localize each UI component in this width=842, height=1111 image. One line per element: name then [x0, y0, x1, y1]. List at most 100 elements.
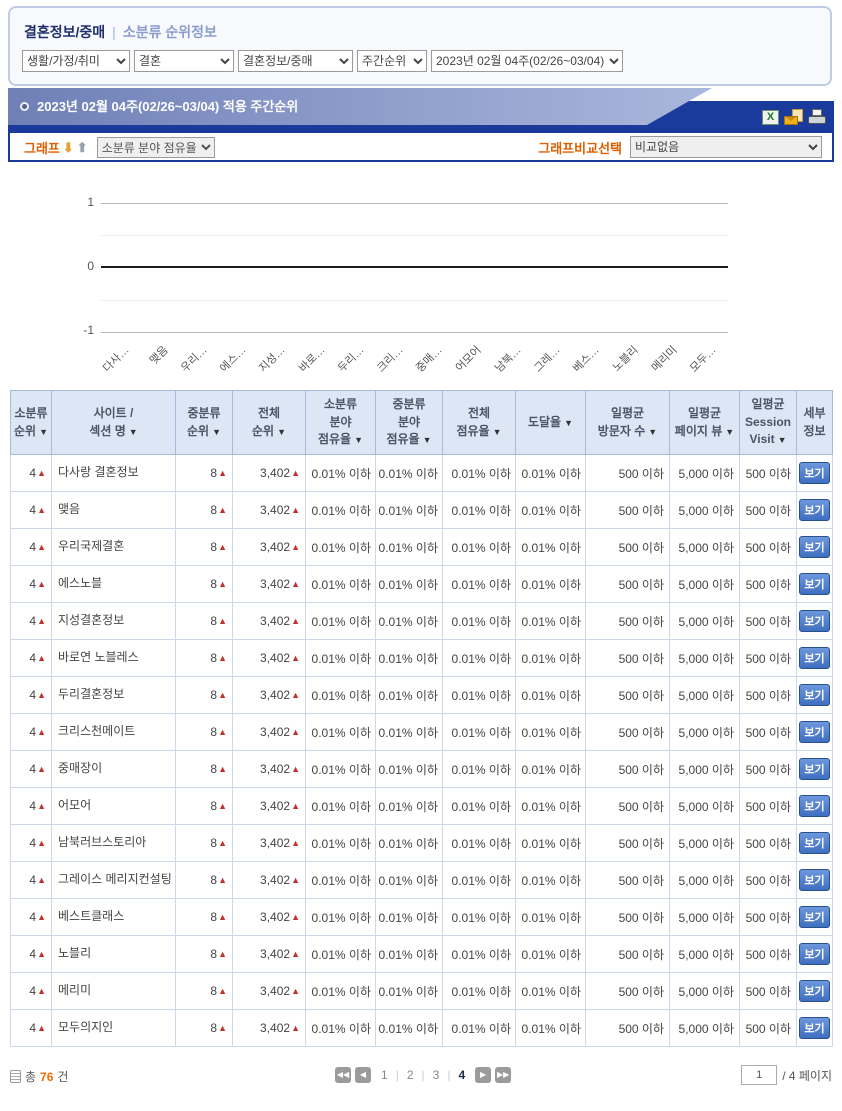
page-input[interactable]	[741, 1065, 778, 1085]
mail-export-icon[interactable]	[784, 109, 803, 125]
page-number-2[interactable]: 2	[407, 1068, 414, 1082]
view-button[interactable]: 보기	[799, 1017, 830, 1039]
cell-site-name[interactable]: 메리미	[51, 972, 176, 1010]
cell-site-name[interactable]: 어모어	[51, 787, 176, 825]
column-header-10[interactable]: 일평균 Session Visit ▼	[739, 390, 797, 455]
cell-sub-rank: 4▲	[10, 491, 52, 529]
cell-total-rank: 3,402▲	[232, 787, 306, 825]
next-page-button[interactable]: ▶	[475, 1067, 492, 1083]
view-button[interactable]: 보기	[799, 462, 830, 484]
up-arrow-icon: ▲	[218, 912, 227, 922]
sort-arrow-icon[interactable]: ▼	[277, 427, 286, 437]
cell-site-name[interactable]: 바로연 노블레스	[51, 639, 176, 677]
cell-daily-pageviews: 5,000 이하	[669, 676, 740, 714]
graph-metric-select[interactable]: 소분류 분야 점유율	[96, 137, 215, 158]
table-row: 4▲ 중매장이 8▲ 3,402▲ 0.01% 이하 0.01% 이하 0.01…	[10, 750, 833, 788]
sort-arrow-icon[interactable]: ▼	[354, 435, 363, 445]
sort-arrow-icon[interactable]: ▼	[648, 427, 657, 437]
column-header-5[interactable]: 중분류 분야 점유율 ▼	[375, 390, 443, 455]
cell-site-name[interactable]: 중매장이	[51, 750, 176, 788]
cell-site-name[interactable]: 남북러브스토리아	[51, 824, 176, 862]
cell-total-rank: 3,402▲	[232, 565, 306, 603]
view-button[interactable]: 보기	[799, 610, 830, 632]
cell-total-rank: 3,402▲	[232, 713, 306, 751]
view-button[interactable]: 보기	[799, 721, 830, 743]
excel-export-icon[interactable]: X	[762, 109, 779, 125]
cell-reach: 0.01% 이하	[515, 565, 586, 603]
sort-arrow-icon[interactable]: ▼	[778, 435, 787, 445]
column-header-9[interactable]: 일평균 페이지 뷰 ▼	[669, 390, 740, 455]
cell-site-name[interactable]: 에스노블	[51, 565, 176, 603]
cell-site-name[interactable]: 우리국제결혼	[51, 528, 176, 566]
view-button[interactable]: 보기	[799, 832, 830, 854]
cell-daily-pageviews: 5,000 이하	[669, 528, 740, 566]
subcategory-title[interactable]: 소분류 순위정보	[123, 24, 217, 40]
last-page-button[interactable]: ▶▶	[495, 1067, 512, 1083]
select-week[interactable]: 2023년 02월 04주(02/26~03/04)	[431, 50, 623, 72]
table-row: 4▲ 두리결혼정보 8▲ 3,402▲ 0.01% 이하 0.01% 이하 0.…	[10, 676, 833, 714]
select-main-category[interactable]: 생활/가정/취미	[22, 50, 130, 72]
sort-arrow-icon[interactable]: ▼	[39, 427, 48, 437]
print-icon[interactable]	[808, 109, 826, 125]
sort-arrow-icon[interactable]: ▼	[423, 435, 432, 445]
sort-arrow-icon[interactable]: ▼	[564, 418, 573, 428]
cell-total-share: 0.01% 이하	[442, 898, 516, 936]
select-sub-category[interactable]: 결혼정보/중매	[238, 50, 353, 72]
view-button[interactable]: 보기	[799, 758, 830, 780]
cell-site-name[interactable]: 맺음	[51, 491, 176, 529]
view-button[interactable]: 보기	[799, 573, 830, 595]
view-button[interactable]: 보기	[799, 869, 830, 891]
sort-arrow-icon[interactable]: ▼	[212, 427, 221, 437]
cell-site-name[interactable]: 모두의지인	[51, 1009, 176, 1047]
prev-page-button[interactable]: ◀	[355, 1067, 371, 1083]
cell-mid-share: 0.01% 이하	[375, 750, 443, 788]
page-number-1[interactable]: 1	[381, 1068, 388, 1082]
sort-arrow-icon[interactable]: ▼	[493, 427, 502, 437]
cell-site-name[interactable]: 그레이스 메리지컨설팅	[51, 861, 176, 899]
sort-arrow-icon[interactable]: ▼	[725, 427, 734, 437]
cell-site-name[interactable]: 노블리	[51, 935, 176, 973]
select-mid-category[interactable]: 결혼	[134, 50, 234, 72]
select-period-type[interactable]: 주간순위	[357, 50, 427, 72]
view-button[interactable]: 보기	[799, 499, 830, 521]
sort-ascending-icon[interactable]: ⬆	[77, 140, 88, 156]
cell-site-name[interactable]: 크리스천메이트	[51, 713, 176, 751]
cell-daily-visitors: 500 이하	[585, 972, 670, 1010]
cell-site-name[interactable]: 다사랑 결혼정보	[51, 454, 176, 492]
cell-site-name[interactable]: 지성결혼정보	[51, 602, 176, 640]
cell-daily-session: 500 이하	[739, 935, 797, 973]
table-row: 4▲ 어모어 8▲ 3,402▲ 0.01% 이하 0.01% 이하 0.01%…	[10, 787, 833, 825]
view-button[interactable]: 보기	[799, 906, 830, 928]
cell-sub-share: 0.01% 이하	[305, 824, 376, 862]
graph-compare-select[interactable]: 비교없음	[630, 136, 822, 158]
cell-mid-rank: 8▲	[175, 898, 233, 936]
cell-sub-rank: 4▲	[10, 639, 52, 677]
cell-daily-pageviews: 5,000 이하	[669, 898, 740, 936]
up-arrow-icon: ▲	[218, 542, 227, 552]
cell-total-rank: 3,402▲	[232, 824, 306, 862]
sort-arrow-icon[interactable]: ▼	[129, 427, 138, 437]
cell-sub-rank: 4▲	[10, 1009, 52, 1047]
column-header-1[interactable]: 사이트 / 섹션 명 ▼	[51, 390, 176, 455]
column-header-8[interactable]: 일평균 방문자 수 ▼	[585, 390, 670, 455]
column-header-6[interactable]: 전체 점유율 ▼	[442, 390, 516, 455]
cell-site-name[interactable]: 두리결혼정보	[51, 676, 176, 714]
up-arrow-icon: ▲	[291, 875, 300, 885]
column-header-3[interactable]: 전체 순위 ▼	[232, 390, 306, 455]
page-number-3[interactable]: 3	[433, 1068, 440, 1082]
column-header-7[interactable]: 도달율 ▼	[515, 390, 586, 455]
column-header-2[interactable]: 중분류 순위 ▼	[175, 390, 233, 455]
page-number-4[interactable]: 4	[458, 1068, 465, 1082]
view-button[interactable]: 보기	[799, 980, 830, 1002]
sort-descending-icon[interactable]: ⬇	[63, 140, 74, 156]
cell-site-name[interactable]: 베스트클래스	[51, 898, 176, 936]
view-button[interactable]: 보기	[799, 943, 830, 965]
view-button[interactable]: 보기	[799, 647, 830, 669]
first-page-button[interactable]: ◀◀	[335, 1067, 351, 1083]
view-button[interactable]: 보기	[799, 795, 830, 817]
column-header-0[interactable]: 소분류 순위 ▼	[10, 390, 52, 455]
cell-daily-session: 500 이하	[739, 454, 797, 492]
view-button[interactable]: 보기	[799, 684, 830, 706]
column-header-4[interactable]: 소분류 분야 점유율 ▼	[305, 390, 376, 455]
view-button[interactable]: 보기	[799, 536, 830, 558]
